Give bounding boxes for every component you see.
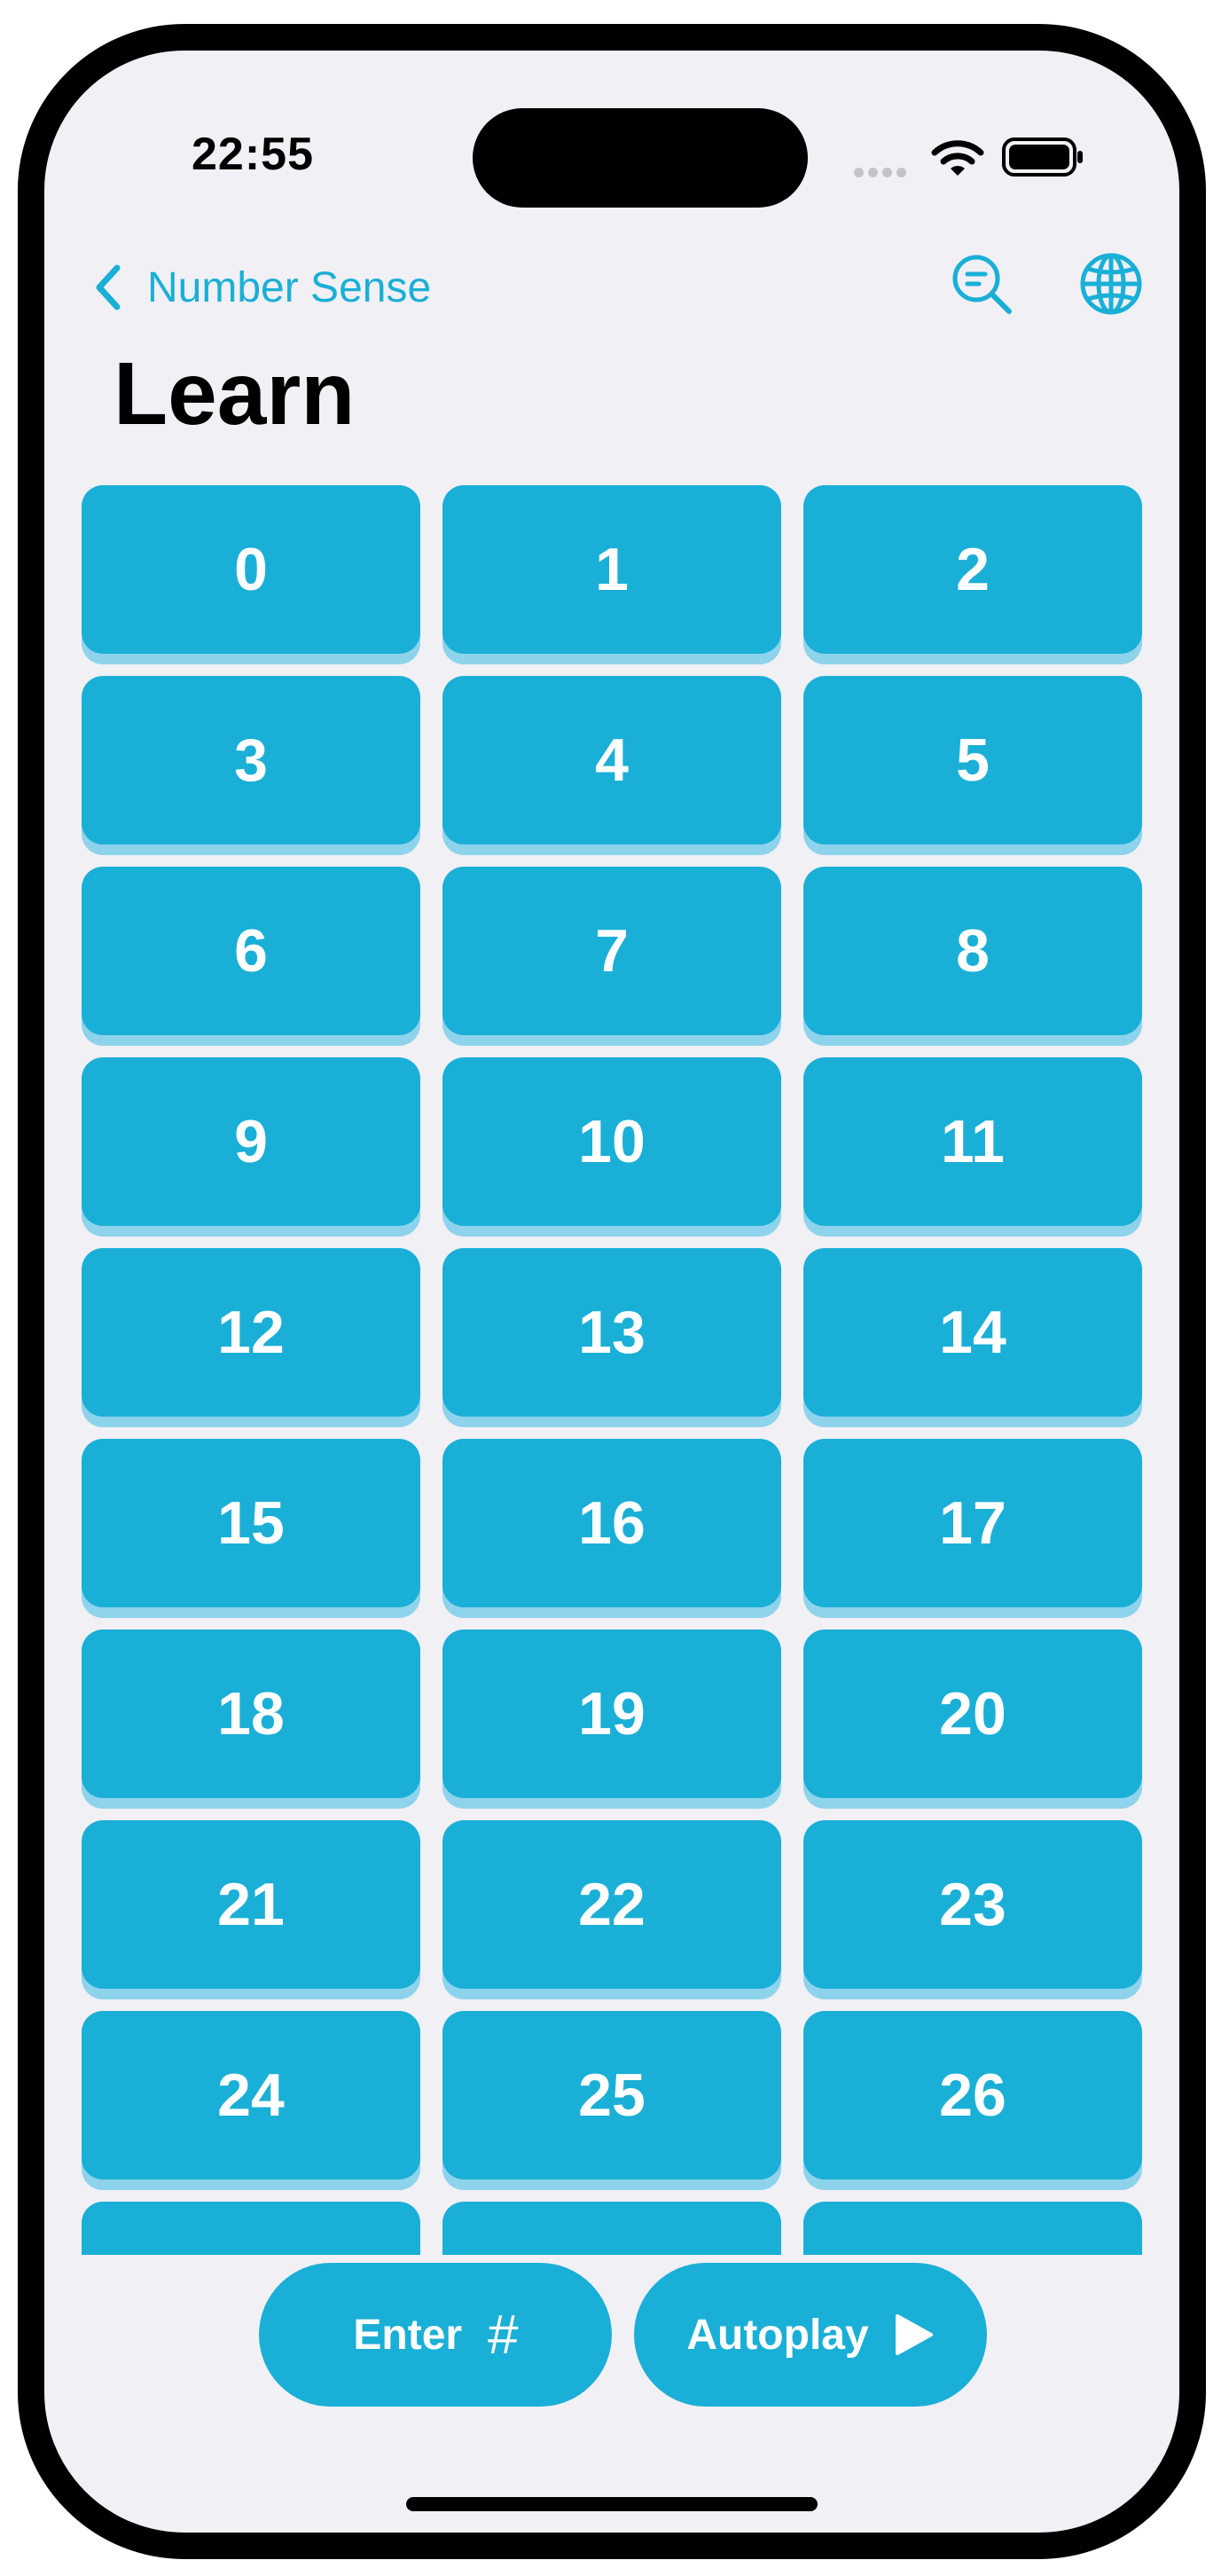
hash-icon: # [487, 2304, 518, 2366]
number-tile[interactable]: 25 [442, 2011, 781, 2179]
enter-button-label: Enter [353, 2311, 463, 2359]
number-tile[interactable]: 9 [82, 1057, 420, 1226]
number-tile[interactable]: 24 [82, 2011, 420, 2179]
number-tile[interactable]: 16 [442, 1439, 781, 1607]
search-icon[interactable] [949, 251, 1014, 317]
number-grid: 0 1 2 3 4 5 6 7 8 9 10 11 12 13 14 15 16 17 18 19 20 21 22 23 24… [82, 485, 1142, 2255]
autoplay-button-label: Autoplay [686, 2311, 869, 2359]
number-tile[interactable]: 8 [803, 867, 1142, 1035]
number-tile[interactable]: 29 [803, 2202, 1142, 2255]
number-tile[interactable]: 10 [442, 1057, 781, 1226]
number-tile[interactable]: 17 [803, 1439, 1142, 1607]
number-tile[interactable]: 22 [442, 1820, 781, 1989]
number-tile[interactable]: 12 [82, 1248, 420, 1417]
play-icon [894, 2313, 935, 2357]
status-time: 22:55 [192, 129, 314, 180]
number-tile[interactable]: 2 [803, 485, 1142, 654]
battery-icon [1002, 137, 1083, 177]
home-indicator [406, 2497, 818, 2511]
number-tile[interactable]: 13 [442, 1248, 781, 1417]
number-tile[interactable]: 11 [803, 1057, 1142, 1226]
number-tile[interactable]: 3 [82, 676, 420, 844]
number-tile[interactable]: 27 [82, 2202, 420, 2255]
number-tile[interactable]: 23 [803, 1820, 1142, 1989]
number-tile[interactable]: 21 [82, 1820, 420, 1989]
phone-frame: 22:55 Number Sense Learn 0 1 2 3 4 5 6 7… [18, 24, 1206, 2559]
page-title: Learn [114, 344, 356, 444]
enter-number-button[interactable]: Enter # [259, 2263, 612, 2407]
number-tile[interactable]: 20 [803, 1630, 1142, 1798]
number-tile[interactable]: 0 [82, 485, 420, 654]
globe-icon[interactable] [1078, 251, 1144, 317]
wifi-icon [931, 140, 984, 176]
number-tile[interactable]: 7 [442, 867, 781, 1035]
number-tile[interactable]: 26 [803, 2011, 1142, 2179]
back-button[interactable]: Number Sense [92, 256, 431, 318]
number-tile[interactable]: 4 [442, 676, 781, 844]
chevron-left-icon [96, 264, 121, 310]
autoplay-button[interactable]: Autoplay [634, 2263, 987, 2407]
number-grid-scroll[interactable]: 0 1 2 3 4 5 6 7 8 9 10 11 12 13 14 15 16 17 18 19 20 21 22 23 24… [44, 485, 1179, 2255]
number-tile[interactable]: 1 [442, 485, 781, 654]
dynamic-island [473, 108, 808, 208]
back-button-label: Number Sense [147, 263, 432, 311]
number-tile[interactable]: 6 [82, 867, 420, 1035]
number-tile[interactable]: 15 [82, 1439, 420, 1607]
number-tile[interactable]: 18 [82, 1630, 420, 1798]
number-tile[interactable]: 5 [803, 676, 1142, 844]
number-tile[interactable]: 19 [442, 1630, 781, 1798]
cellular-signal-icon [854, 166, 920, 177]
number-tile[interactable]: 14 [803, 1248, 1142, 1417]
screen: 22:55 Number Sense Learn 0 1 2 3 4 5 6 7… [44, 51, 1179, 2533]
number-tile[interactable]: 28 [442, 2202, 781, 2255]
